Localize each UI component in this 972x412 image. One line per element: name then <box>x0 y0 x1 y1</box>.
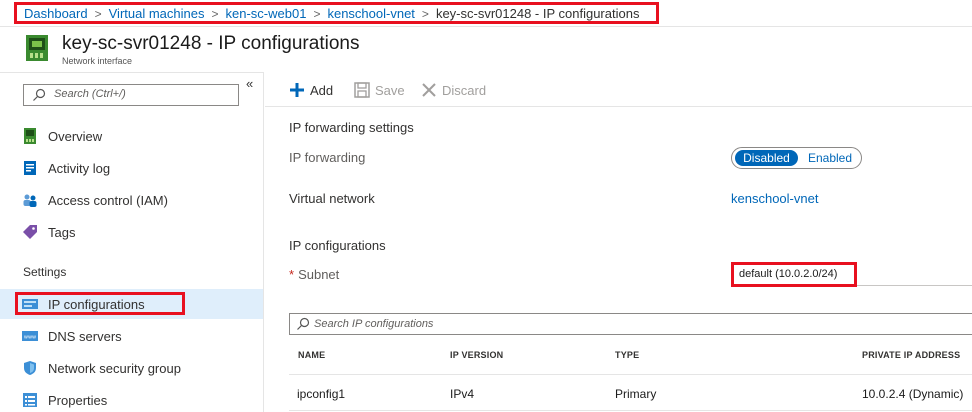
menu-search-placeholder: Search (Ctrl+/) <box>54 88 126 100</box>
svg-text:www: www <box>24 335 36 341</box>
sidebar-item-overview[interactable]: Overview <box>0 121 263 151</box>
table-header-divider <box>289 374 972 375</box>
breadcrumb-vnet[interactable]: kenschool-vnet <box>327 6 414 21</box>
virtual-network-label: Virtual network <box>289 191 375 206</box>
sidebar-item-label: Overview <box>48 129 103 144</box>
discard-button-label: Discard <box>442 83 487 98</box>
breadcrumb-separator: > <box>313 7 321 21</box>
column-header-name[interactable]: NAME <box>298 350 325 360</box>
toggle-option-enabled[interactable]: Enabled <box>802 150 858 166</box>
subnet-value: default (10.0.2.0/24) <box>739 268 838 280</box>
close-icon <box>422 83 436 97</box>
ip-forwarding-section-title: IP forwarding settings <box>289 120 414 135</box>
tag-icon <box>23 225 37 239</box>
breadcrumb-current: key-sc-svr01248 - IP configurations <box>435 6 640 21</box>
sidebar-item-label: Access control (IAM) <box>48 193 168 208</box>
dns-icon: www <box>22 331 38 341</box>
collapse-menu-button[interactable]: « <box>246 76 253 91</box>
ip-forwarding-toggle[interactable]: Disabled Enabled <box>731 147 862 169</box>
sidebar-item-label: Properties <box>48 393 108 408</box>
save-icon <box>354 82 370 98</box>
subnet-label: * Subnet <box>289 267 339 282</box>
breadcrumb-separator: > <box>421 7 429 21</box>
breadcrumb-separator: > <box>211 7 219 21</box>
breadcrumb-vm[interactable]: ken-sc-web01 <box>226 6 307 21</box>
required-asterisk: * <box>289 267 295 282</box>
column-header-private-ip[interactable]: PRIVATE IP ADDRESS <box>862 350 960 360</box>
sidebar-item-label: Activity log <box>48 161 111 176</box>
page-title: key-sc-svr01248 - IP configurations <box>62 33 360 54</box>
page-subtitle: Network interface <box>62 56 133 66</box>
plus-icon <box>290 83 304 97</box>
breadcrumb: Dashboard > Virtual machines > ken-sc-web01 >… <box>24 6 639 21</box>
search-icon <box>297 317 310 330</box>
cell-type: Primary <box>615 387 657 401</box>
network-interface-icon <box>24 128 36 144</box>
toggle-option-disabled[interactable]: Disabled <box>735 150 798 166</box>
breadcrumb-virtual-machines[interactable]: Virtual machines <box>109 6 205 21</box>
breadcrumb-bar: Dashboard > Virtual machines > ken-sc-web01 >… <box>0 0 972 27</box>
sidebar-item-label: DNS servers <box>48 329 122 344</box>
sidebar-item-access-control[interactable]: Access control (IAM) <box>0 185 263 215</box>
table-row-divider <box>289 410 972 411</box>
sidebar-item-activity-log[interactable]: Activity log <box>0 153 263 183</box>
column-header-ip-version[interactable]: IP VERSION <box>450 350 503 360</box>
subnet-label-text: Subnet <box>298 267 340 282</box>
sidebar-item-label: Network security group <box>48 361 181 376</box>
activity-log-icon <box>24 161 36 175</box>
virtual-network-link[interactable]: kenschool-vnet <box>731 191 818 206</box>
people-icon <box>23 194 37 207</box>
shield-icon <box>24 361 36 375</box>
save-button-label: Save <box>375 83 405 98</box>
sidebar-item-network-security-group[interactable]: Network security group <box>0 353 263 383</box>
network-interface-icon <box>26 35 48 61</box>
ip-configurations-section-title: IP configurations <box>289 238 386 253</box>
cell-name[interactable]: ipconfig1 <box>297 387 345 401</box>
breadcrumb-separator: > <box>94 7 102 21</box>
sidebar-item-label: Tags <box>48 225 76 240</box>
ip-forwarding-label: IP forwarding <box>289 150 366 165</box>
menu-search-input[interactable]: Search (Ctrl+/) <box>23 84 239 106</box>
search-icon <box>33 88 46 101</box>
ip-config-search-input[interactable]: Search IP configurations <box>289 313 972 335</box>
breadcrumb-dashboard[interactable]: Dashboard <box>24 6 88 21</box>
ip-configurations-highlight <box>15 292 185 315</box>
cell-ip-version: IPv4 <box>450 387 475 401</box>
sidebar-item-dns-servers[interactable]: www DNS servers <box>0 321 263 351</box>
sidebar-section-settings: Settings <box>23 265 67 279</box>
column-header-type[interactable]: TYPE <box>615 350 639 360</box>
cell-private-ip: 10.0.2.4 (Dynamic) <box>862 387 964 401</box>
sidebar-item-tags[interactable]: Tags <box>0 217 263 247</box>
sidebar-item-properties[interactable]: Properties <box>0 385 263 412</box>
ip-config-search-placeholder: Search IP configurations <box>314 318 434 330</box>
add-button-label: Add <box>310 83 334 98</box>
command-bar: Add Save Discard <box>265 73 972 107</box>
properties-icon <box>23 393 37 407</box>
